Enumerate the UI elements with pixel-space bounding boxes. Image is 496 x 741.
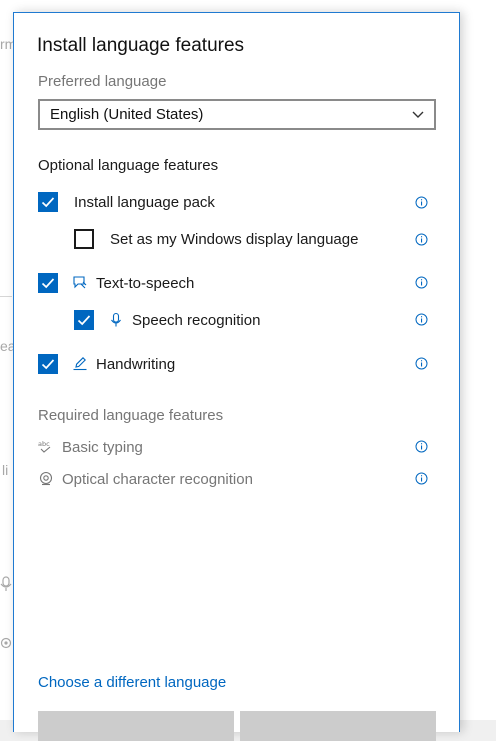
svg-text:abc: abc [38, 440, 50, 448]
microphone-icon [111, 312, 121, 327]
speech-bubble-icon [73, 276, 87, 289]
eye-scan-icon [39, 471, 53, 486]
background-eye-icon [0, 637, 12, 649]
info-icon[interactable] [415, 196, 428, 209]
feature-set-display-language[interactable]: Set as my Windows display language [74, 228, 358, 250]
chevron-down-icon [412, 111, 424, 118]
required-feature-label: Basic typing [62, 438, 143, 456]
feature-label: Install language pack [74, 193, 215, 211]
feature-label: Set as my Windows display language [110, 230, 359, 248]
preferred-language-dropdown[interactable]: English (United States) [38, 99, 436, 130]
background-text-fragment: li [2, 462, 9, 478]
dialog-title: Install language features [37, 35, 245, 56]
optional-features-heading: Optional language features [38, 157, 219, 174]
feature-label: Text-to-speech [96, 274, 195, 292]
info-icon[interactable] [415, 357, 428, 370]
info-icon[interactable] [415, 440, 428, 453]
checkmark-icon [41, 197, 55, 208]
set-display-language-checkbox[interactable] [74, 229, 94, 249]
info-icon[interactable] [415, 233, 428, 246]
abc-check-icon: abc [38, 440, 51, 453]
preferred-language-value: English (United States) [50, 106, 204, 123]
required-feature-label: Optical character recognition [62, 470, 253, 488]
feature-handwriting[interactable]: Handwriting [38, 353, 175, 375]
choose-different-language-link[interactable]: Choose a different language [38, 674, 226, 691]
install-language-pack-checkbox[interactable] [38, 192, 58, 212]
feature-label: Speech recognition [132, 311, 261, 329]
handwriting-checkbox[interactable] [38, 354, 58, 374]
checkmark-icon [77, 315, 91, 326]
feature-label: Handwriting [96, 355, 176, 373]
install-language-features-dialog: Install language features Preferred lang… [13, 12, 460, 741]
feature-install-language-pack[interactable]: Install language pack [38, 191, 215, 213]
text-to-speech-checkbox[interactable] [38, 273, 58, 293]
preferred-language-label: Preferred language [38, 73, 167, 90]
background-divider [0, 296, 12, 297]
feature-text-to-speech[interactable]: Text-to-speech [38, 272, 194, 294]
checkmark-icon [41, 359, 55, 370]
required-feature-basic-typing: abc Basic typing [38, 437, 143, 457]
pen-icon [73, 357, 87, 371]
background-microphone-icon [0, 576, 12, 591]
info-icon[interactable] [415, 276, 428, 289]
info-icon[interactable] [415, 472, 428, 485]
cancel-button[interactable] [240, 711, 436, 741]
feature-speech-recognition[interactable]: Speech recognition [74, 309, 260, 331]
info-icon[interactable] [415, 313, 428, 326]
required-feature-ocr: Optical character recognition [38, 469, 253, 489]
checkmark-icon [41, 278, 55, 289]
required-features-heading: Required language features [38, 407, 224, 424]
speech-recognition-checkbox[interactable] [74, 310, 94, 330]
install-button[interactable] [38, 711, 234, 741]
